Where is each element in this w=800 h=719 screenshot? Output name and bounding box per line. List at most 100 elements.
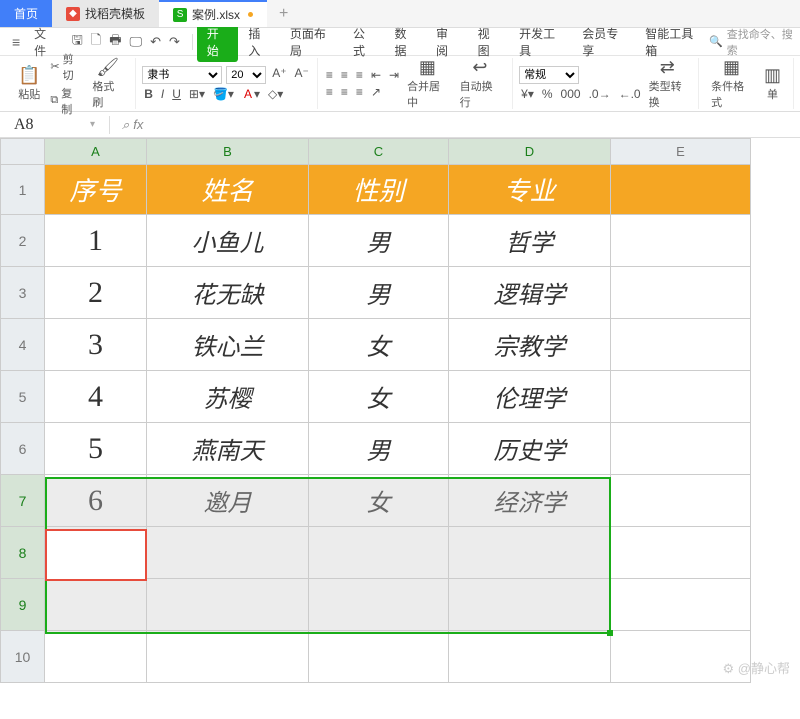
col-header-A[interactable]: A: [45, 139, 147, 165]
row-header[interactable]: 2: [1, 215, 45, 267]
menu-tab-vip[interactable]: 会员专享: [572, 25, 635, 59]
italic-button[interactable]: I: [159, 87, 166, 101]
col-header-C[interactable]: C: [309, 139, 449, 165]
cell[interactable]: [611, 165, 751, 215]
row-header[interactable]: 4: [1, 319, 45, 371]
name-box[interactable]: A8 ▾: [0, 116, 110, 134]
cell[interactable]: 6: [45, 475, 147, 527]
row-header[interactable]: 5: [1, 371, 45, 423]
row-header[interactable]: 6: [1, 423, 45, 475]
indent-dec-icon[interactable]: ⇤: [369, 68, 383, 82]
cell[interactable]: [45, 527, 147, 579]
menu-tab-ai[interactable]: 智能工具箱: [635, 25, 709, 59]
align-top-icon[interactable]: ≡: [324, 68, 335, 82]
cell[interactable]: 哲学: [449, 215, 611, 267]
cell[interactable]: [309, 527, 449, 579]
menu-tab-data[interactable]: 数据: [384, 25, 426, 59]
cell[interactable]: 性别: [309, 165, 449, 215]
align-center-icon[interactable]: ≡: [339, 85, 350, 99]
cell[interactable]: 女: [309, 319, 449, 371]
new-tab-button[interactable]: +: [267, 5, 300, 23]
hamburger-icon[interactable]: ≡: [6, 34, 26, 50]
cell[interactable]: [611, 475, 751, 527]
cell[interactable]: 男: [309, 215, 449, 267]
align-bot-icon[interactable]: ≡: [354, 68, 365, 82]
font-color-button[interactable]: A▾: [240, 87, 262, 101]
menu-tab-view[interactable]: 视图: [468, 25, 510, 59]
cell[interactable]: [611, 579, 751, 631]
align-mid-icon[interactable]: ≡: [339, 68, 350, 82]
cell[interactable]: 男: [309, 423, 449, 475]
merge-center-button[interactable]: ▦合并居中: [401, 57, 454, 110]
cell[interactable]: 3: [45, 319, 147, 371]
save-icon[interactable]: 🖫: [72, 31, 83, 53]
cell[interactable]: 经济学: [449, 475, 611, 527]
cell[interactable]: 邀月: [147, 475, 309, 527]
fx-label[interactable]: fx: [110, 117, 155, 133]
cell[interactable]: [309, 579, 449, 631]
fill-color-button[interactable]: 🪣▾: [211, 87, 236, 101]
comma-icon[interactable]: 000: [559, 87, 583, 101]
open-icon[interactable]: 🗋: [91, 31, 101, 53]
col-header-E[interactable]: E: [611, 139, 751, 165]
undo-icon[interactable]: ↶: [150, 34, 161, 50]
command-search[interactable]: 🔍 查找命令、搜索: [709, 26, 794, 58]
cell[interactable]: 2: [45, 267, 147, 319]
underline-button[interactable]: U: [170, 87, 183, 101]
cell[interactable]: 男: [309, 267, 449, 319]
copy-button[interactable]: ⧉复制: [50, 85, 82, 117]
tab-home[interactable]: 首页: [0, 0, 52, 27]
border-button[interactable]: ⊞▾: [187, 87, 207, 101]
indent-inc-icon[interactable]: ⇥: [387, 68, 401, 82]
align-left-icon[interactable]: ≡: [324, 85, 335, 99]
cell[interactable]: 历史学: [449, 423, 611, 475]
cell[interactable]: [449, 527, 611, 579]
row-header[interactable]: 8: [1, 527, 45, 579]
cell[interactable]: 序号: [45, 165, 147, 215]
cell[interactable]: [611, 423, 751, 475]
dec-inc-icon[interactable]: .0→: [587, 87, 613, 101]
row-header[interactable]: 10: [1, 631, 45, 683]
menu-tab-dev[interactable]: 开发工具: [509, 25, 572, 59]
clear-format-button[interactable]: ◇▾: [266, 87, 285, 101]
format-painter-button[interactable]: 🖌格式刷: [86, 57, 129, 110]
cell[interactable]: [147, 527, 309, 579]
menu-tab-start[interactable]: 开始: [197, 22, 239, 62]
cell[interactable]: 姓名: [147, 165, 309, 215]
cell[interactable]: [309, 631, 449, 683]
menu-tab-insert[interactable]: 插入: [238, 25, 280, 59]
cell[interactable]: [611, 267, 751, 319]
cell[interactable]: 伦理学: [449, 371, 611, 423]
cell[interactable]: [45, 579, 147, 631]
menu-tab-formula[interactable]: 公式: [343, 25, 385, 59]
currency-icon[interactable]: ¥▾: [519, 87, 536, 101]
bold-button[interactable]: B: [142, 87, 155, 101]
cell[interactable]: [611, 371, 751, 423]
preview-icon[interactable]: 🖵: [130, 34, 143, 50]
font-size-select[interactable]: 20: [226, 66, 266, 84]
cell[interactable]: 女: [309, 371, 449, 423]
cell[interactable]: [611, 527, 751, 579]
number-format-select[interactable]: 常规: [519, 66, 579, 84]
cell[interactable]: 宗教学: [449, 319, 611, 371]
cell[interactable]: [147, 579, 309, 631]
cell[interactable]: [449, 631, 611, 683]
font-name-select[interactable]: 隶书: [142, 66, 222, 84]
redo-icon[interactable]: ↷: [169, 34, 180, 50]
cell-grid[interactable]: A B C D E 1 序号 姓名 性别 专业 21小鱼儿男哲学 32花无缺男逻…: [0, 138, 751, 683]
cell[interactable]: 燕南天: [147, 423, 309, 475]
row-header[interactable]: 3: [1, 267, 45, 319]
orientation-icon[interactable]: ↗: [369, 85, 383, 99]
wrap-text-button[interactable]: ↩自动换行: [454, 57, 507, 110]
cell[interactable]: [611, 215, 751, 267]
tab-templates[interactable]: ◆ 找稻壳模板: [52, 0, 159, 27]
select-all-corner[interactable]: [1, 139, 45, 165]
cell[interactable]: [611, 319, 751, 371]
cell-style-button[interactable]: ▥单: [758, 65, 787, 102]
cell[interactable]: 苏樱: [147, 371, 309, 423]
cell[interactable]: 1: [45, 215, 147, 267]
cell[interactable]: 4: [45, 371, 147, 423]
decrease-font-icon[interactable]: A⁻: [293, 66, 311, 84]
row-header[interactable]: 9: [1, 579, 45, 631]
menu-tab-layout[interactable]: 页面布局: [280, 25, 343, 59]
